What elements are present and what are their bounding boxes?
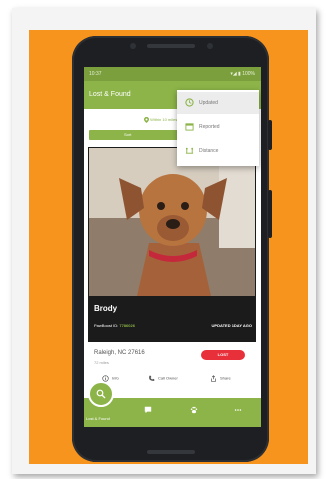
share-label: Share [220,375,231,381]
pet-id-label: PawBoost ID: [94,323,119,328]
status-bar: 10:37 ▾◢ ▮ 100% [84,67,261,81]
more-icon[interactable] [234,406,242,414]
paw-icon[interactable] [190,406,198,414]
pet-photo [89,148,255,296]
pet-address: Raleigh, NC 27616 [94,350,145,356]
call-owner-label: Call Owner [158,375,178,381]
pet-id-value: 7786026 [119,323,135,328]
pet-distance: 72 miles [94,360,109,365]
app-screen: 10:37 ▾◢ ▮ 100% Lost & Found Within 10 m… [84,67,261,427]
chat-icon[interactable] [144,406,152,414]
volume-button [268,190,272,238]
updated-badge: UPDATED 1DAY AGO [211,323,252,328]
status-time: 10:37 [89,71,102,77]
sort-option-reported[interactable]: Reported [177,116,259,138]
earpiece-speaker [147,44,195,48]
pet-card[interactable]: Brody PawBoost ID: 7786026 UPDATED 1DAY … [88,147,256,342]
app-title: Lost & Found [89,91,131,98]
call-owner-button[interactable]: Call Owner [148,375,178,382]
lost-status-badge: LOST [201,350,245,360]
phone-icon [149,375,155,381]
search-icon [96,389,106,399]
sort-option-updated-label: Updated [199,100,218,106]
lost-found-nav-button[interactable] [88,381,114,407]
front-sensor [207,43,213,49]
status-icons: ▾◢ ▮ 100% [230,71,255,77]
pet-name: Brody [94,304,118,313]
sort-option-reported-label: Reported [199,124,220,130]
sort-option-distance-label: Distance [199,148,219,154]
location-filter-label: Within 10 miles [150,117,178,123]
sort-dropdown-menu: Updated Reported Distance [177,90,259,166]
sort-bar-label: Sort [124,132,132,137]
share-icon [211,375,216,382]
nav-lost-found-label: Lost & Found [86,416,110,421]
share-button[interactable]: Share [210,375,231,382]
front-camera [130,43,136,49]
bottom-speaker [147,450,195,454]
sort-option-distance[interactable]: Distance [177,140,259,162]
pet-id-line: PawBoost ID: 7786026 [94,323,135,328]
dog-photo-illustration [89,148,255,296]
location-filter[interactable]: Within 10 miles [144,117,177,123]
info-label: Info [112,375,119,381]
power-button [268,120,272,150]
calendar-icon [185,123,194,131]
sort-option-updated[interactable]: Updated [177,92,259,114]
distance-icon [185,147,194,154]
location-pin-icon [144,117,149,123]
clock-icon [185,98,194,107]
